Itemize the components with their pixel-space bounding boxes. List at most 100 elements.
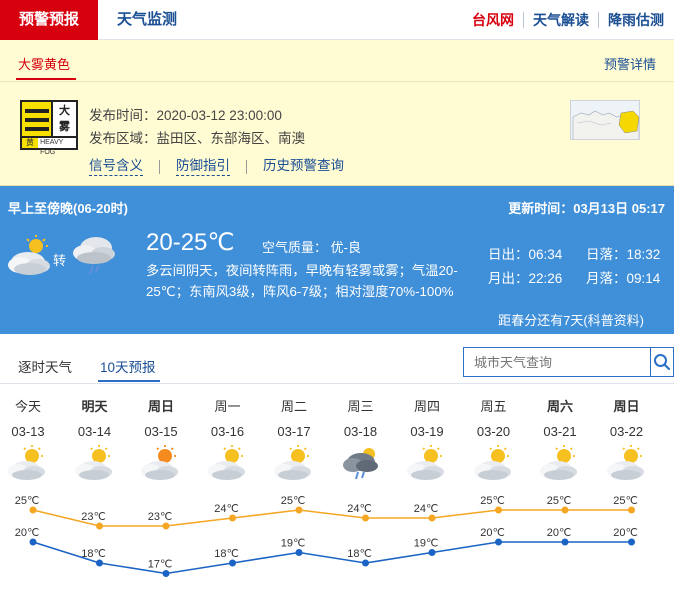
day-date: 03-16 — [210, 424, 245, 439]
high-temp-label: 24℃ — [347, 503, 372, 515]
low-temp-label: 19℃ — [414, 538, 439, 550]
low-temp-label: 20℃ — [547, 527, 572, 539]
signal-meaning-link[interactable]: 信号含义 — [89, 157, 143, 176]
high-temp-label: 24℃ — [214, 503, 239, 515]
day-date: 03-18 — [343, 424, 378, 439]
day-date: 03-21 — [543, 424, 577, 439]
defense-guide-link[interactable]: 防御指引 — [176, 157, 230, 176]
high-temp-line — [32, 509, 632, 527]
temperature-chart: 25℃ 23℃ 23℃ 24℃ 25℃ 24℃ 24℃ 25℃ 25℃ 25℃ 20℃ 18℃ 17℃ 1… — [15, 495, 638, 577]
tab-10day[interactable]: 10天预报 — [100, 356, 156, 376]
high-temp-label: 25℃ — [281, 495, 306, 507]
search-icon — [654, 354, 671, 371]
rainfall-estimate-link[interactable]: 降雨估测 — [608, 10, 664, 30]
partly-cloudy-icon — [6, 234, 56, 281]
day-name: 周五 — [480, 399, 507, 414]
alert-links: 信号含义 防御指引 历史预警查询 — [89, 157, 344, 176]
high-temp-label: 25℃ — [480, 495, 505, 507]
high-temp-point — [229, 514, 236, 522]
low-temp-point — [229, 559, 236, 567]
air-quality: 空气质量： 优-良 — [262, 240, 361, 255]
tab-weather-monitor[interactable]: 天气监测 — [117, 0, 177, 40]
high-temp-point — [628, 506, 635, 514]
low-temp-label: 18℃ — [347, 548, 372, 560]
high-temp-label: 24℃ — [414, 503, 439, 515]
tab-hourly[interactable]: 逐时天气 — [18, 356, 72, 376]
low-temp-label: 17℃ — [148, 559, 173, 571]
alert-info: 发布时间：2020-03-12 23:00:00 发布区域：盐田区、东部海区、南… — [89, 104, 305, 150]
sunrise: 日出：06:34 — [488, 247, 563, 262]
fog-icon-label: 大雾 — [51, 102, 76, 138]
day-date: 03-13 — [11, 424, 45, 439]
alert-map-thumbnail[interactable] — [570, 100, 640, 140]
partly-cloudy-icon — [407, 445, 444, 480]
low-temp-point — [29, 538, 37, 546]
turn-to-label: 转 — [53, 253, 67, 268]
publish-time: 发布时间：2020-03-12 23:00:00 — [89, 108, 282, 123]
moonset: 月落：09:14 — [586, 271, 661, 286]
weather-description: 多云间阴天，夜间转阵雨，早晚有轻雾或雾；气温20-25℃；东南风3级，阵风6-7… — [146, 263, 458, 299]
active-tab-underline — [98, 380, 160, 382]
shower-icon — [342, 448, 378, 480]
partly-cloudy-icon — [274, 445, 311, 480]
day-date: 03-22 — [609, 424, 644, 439]
day-date: 03-20 — [476, 424, 511, 439]
solar-term-countdown[interactable]: 距春分还有7天(科普资料) — [498, 310, 644, 329]
day-name: 周二 — [280, 399, 307, 414]
low-temp-label: 20℃ — [613, 527, 638, 539]
shower-icon — [70, 232, 120, 283]
high-temp-point — [29, 506, 37, 514]
high-temp-point — [495, 506, 502, 514]
low-temp-point — [561, 538, 569, 546]
sun-moon-left: 日出：06:34 月出：22:26 — [488, 243, 562, 291]
fog-warning-icon[interactable]: 大雾 黄 HEAVY FOG — [20, 100, 78, 156]
high-temp-point — [561, 506, 569, 514]
top-right-links: 台风网 天气解读 降雨估测 — [472, 0, 664, 40]
low-temp-point — [628, 538, 635, 546]
low-temp-label: 18℃ — [214, 548, 239, 560]
divider — [159, 160, 160, 174]
day-name: 周一 — [214, 399, 241, 414]
alert-tab-fog-yellow[interactable]: 大雾黄色 — [18, 54, 70, 73]
day-name: 周六 — [546, 399, 573, 414]
high-temp-point — [428, 514, 436, 522]
low-temp-point — [162, 570, 170, 577]
partly-cloudy-icon — [473, 445, 511, 480]
high-temp-label: 25℃ — [547, 495, 572, 507]
fog-icon-footer: 黄 HEAVY FOG — [22, 136, 76, 156]
moonrise: 月出：22:26 — [488, 271, 563, 286]
alert-tabs: 大雾黄色 预警详情 — [0, 40, 674, 82]
typhoon-link[interactable]: 台风网 — [472, 10, 514, 30]
fog-lines — [22, 102, 52, 138]
day-name: 周日 — [613, 399, 640, 414]
weather-interpretation-link[interactable]: 天气解读 — [533, 10, 589, 30]
alert-panel: 大雾黄色 预警详情 大雾 黄 HEAVY FOG 发布时间：2020-03-12 … — [0, 40, 674, 186]
active-tab-underline — [16, 78, 76, 80]
day-name: 周三 — [347, 399, 374, 414]
partly-cloudy-icon — [74, 445, 112, 480]
sun-moon-right: 日落：18:32 月落：09:14 — [586, 243, 660, 291]
tab-alerts-forecast[interactable]: 预警预报 — [0, 0, 98, 40]
today-temperature: 20-25℃ — [146, 229, 235, 256]
divider — [523, 12, 524, 28]
today-weather-panel: 早上至傍晚(06-20时) 更新时间：03月13日 05:17 转 20-25℃… — [0, 186, 674, 334]
divider — [246, 160, 247, 174]
high-temp-label: 25℃ — [15, 495, 40, 507]
alert-detail-link[interactable]: 预警详情 — [604, 54, 656, 73]
search-button[interactable] — [650, 348, 673, 376]
day-name: 明天 — [81, 399, 108, 414]
low-temp-point — [96, 559, 103, 567]
city-search-input[interactable] — [464, 348, 650, 376]
high-temp-point — [362, 514, 369, 522]
partly-cloudy-icon — [8, 445, 45, 480]
low-temp-point — [295, 549, 303, 556]
publish-area: 发布区域：盐田区、东部海区、南澳 — [89, 131, 305, 146]
low-temp-label: 20℃ — [480, 527, 505, 539]
partly-cloudy-icon — [606, 445, 644, 480]
low-temp-line — [32, 541, 632, 575]
day-name: 周日 — [147, 399, 174, 414]
day-date: 03-19 — [410, 424, 444, 439]
day-date: 03-14 — [77, 424, 112, 439]
high-temp-label: 23℃ — [81, 511, 106, 523]
history-query-link[interactable]: 历史预警查询 — [263, 157, 344, 176]
